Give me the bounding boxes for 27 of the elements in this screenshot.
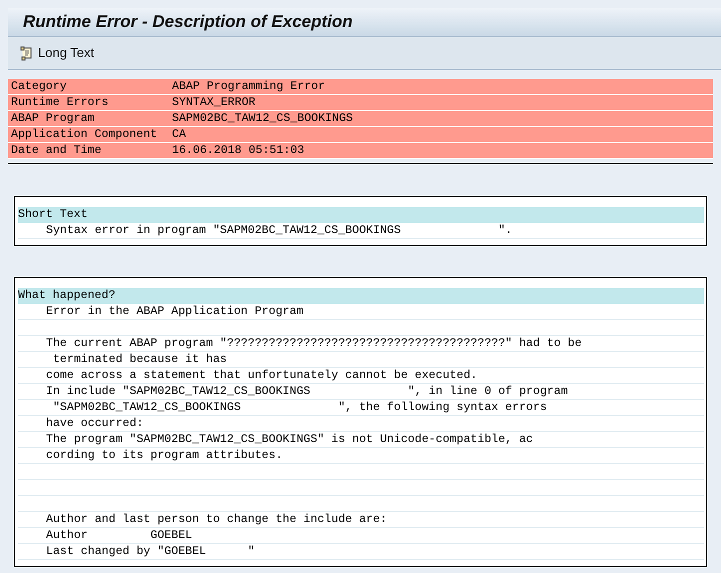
text-line: In include "SAPM02BC_TAW12_CS_BOOKINGS ", in line 0 of program xyxy=(46,385,568,398)
field-value: 16.06.2018 05:51:03 xyxy=(172,142,304,159)
text-line: cording to its program attributes. xyxy=(46,449,283,462)
text-line: Error in the ABAP Application Program xyxy=(46,305,304,318)
text-line: Last changed by "GOEBEL " xyxy=(46,545,255,558)
field-label: ABAP Program xyxy=(11,110,96,127)
field-label: Date and Time xyxy=(11,142,102,159)
section-heading: What happened? xyxy=(18,288,704,304)
text-line: Syntax error in program "SAPM02BC_TAW12_CS_BOOKINGS ". xyxy=(46,224,512,237)
field-value: SAPM02BC_TAW12_CS_BOOKINGS xyxy=(172,110,353,127)
text-line: The program "SAPM02BC_TAW12_CS_BOOKINGS" is not Unicode-compatible, ac xyxy=(46,433,534,446)
field-label: Application Component xyxy=(11,126,158,143)
field-value: CA xyxy=(172,126,186,143)
long-text-button[interactable]: Long Text xyxy=(18,43,96,63)
text-line: "SAPM02BC_TAW12_CS_BOOKINGS ", the following syntax errors xyxy=(52,401,547,414)
field-value: SYNTAX_ERROR xyxy=(172,94,256,111)
text-line: The current ABAP program "????????????????????????????????????????" had to be xyxy=(46,337,582,350)
text-line: Author GOEBEL xyxy=(46,529,192,542)
field-label: Category xyxy=(11,78,68,95)
window-title: Runtime Error - Description of Exception xyxy=(23,11,353,34)
field-value: ABAP Programming Error xyxy=(172,78,326,95)
text-line: come across a statement that unfortunately cannot be executed. xyxy=(46,369,478,382)
section-heading: Short Text xyxy=(18,207,704,223)
field-label: Runtime Errors xyxy=(11,94,110,111)
text-line: Author and last person to change the include are: xyxy=(46,513,387,526)
text-line: terminated because it has xyxy=(52,353,227,366)
text-line: have occurred: xyxy=(46,417,144,430)
